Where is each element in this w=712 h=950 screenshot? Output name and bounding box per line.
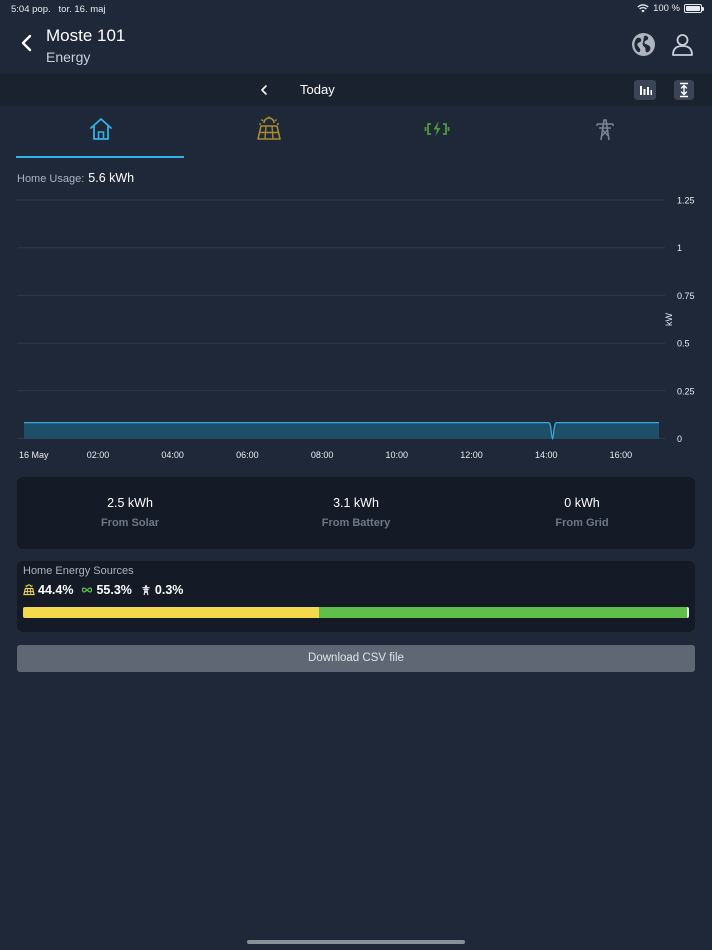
globe-icon bbox=[632, 33, 655, 56]
battery-infinity-icon bbox=[82, 587, 93, 593]
tab-grid[interactable] bbox=[520, 106, 688, 158]
globe-button[interactable] bbox=[631, 32, 656, 57]
chevron-left-icon bbox=[21, 34, 32, 52]
x-tick-label: 14:00 bbox=[535, 450, 558, 460]
source-solar: 44.4% bbox=[23, 583, 73, 597]
x-tick-label: 06:00 bbox=[236, 450, 259, 460]
sources-bar-solar bbox=[23, 607, 319, 618]
summary-grid-value: 0 kWh bbox=[564, 496, 600, 510]
status-bar: 5:04 pop. tor. 16. maj 100 % bbox=[0, 0, 712, 18]
app-header: Moste 101 Energy bbox=[0, 18, 712, 74]
status-date: tor. 16. maj bbox=[58, 4, 106, 15]
expand-button[interactable] bbox=[674, 80, 694, 100]
home-indicator bbox=[247, 940, 465, 944]
source-grid-pct: 0.3% bbox=[154, 583, 184, 597]
summary-battery-label: From Battery bbox=[321, 517, 391, 529]
energy-tabs bbox=[16, 106, 696, 158]
tab-solar[interactable] bbox=[184, 106, 352, 158]
y-tick-label: 0.75 bbox=[677, 291, 695, 301]
power-pylon-icon bbox=[596, 119, 614, 141]
status-time-text: 5:04 pop. bbox=[11, 4, 51, 15]
sources-percentages: 44.4% 55.3% 0.3% bbox=[23, 582, 191, 598]
energy-summary-card: 2.5 kWh From Solar 3.1 kWh From Battery … bbox=[17, 477, 695, 549]
y-tick-label: 0.25 bbox=[677, 386, 695, 396]
tab-battery[interactable] bbox=[352, 106, 520, 158]
home-usage-area bbox=[24, 422, 659, 439]
x-tick-label: 16:00 bbox=[610, 450, 633, 460]
battery-icon bbox=[684, 4, 704, 13]
x-tick-label: 08:00 bbox=[311, 450, 334, 460]
solar-panel-icon bbox=[23, 584, 35, 596]
source-solar-pct: 44.4% bbox=[38, 583, 74, 597]
x-tick-label: 04:00 bbox=[161, 450, 184, 460]
energy-chart: 0 0.25 0.5 0.75 1 1.25 kW 16 May 02:00 04:00 06:00… bbox=[0, 190, 712, 465]
power-pylon-icon bbox=[142, 585, 150, 596]
summary-solar-label: From Solar bbox=[100, 517, 160, 529]
summary-battery: 3.1 kWh From Battery bbox=[243, 477, 469, 549]
y-tick-label: 0 bbox=[677, 434, 682, 444]
back-button[interactable] bbox=[16, 32, 38, 54]
y-tick-label: 1.25 bbox=[677, 196, 695, 206]
x-tick-label: 02:00 bbox=[87, 450, 110, 460]
user-icon bbox=[672, 34, 693, 56]
sources-bar-battery bbox=[318, 607, 687, 618]
wifi-icon bbox=[637, 4, 649, 13]
home-energy-sources-card: Home Energy Sources 44.4% 55.3% 0.3% bbox=[17, 561, 695, 632]
source-grid: 0.3% bbox=[140, 583, 184, 597]
expand-vertical-icon bbox=[680, 82, 688, 98]
x-tick-label: 16 May bbox=[19, 450, 49, 460]
sources-bar-grid bbox=[687, 607, 689, 618]
chart-type-button[interactable] bbox=[634, 80, 656, 100]
source-battery: 55.3% bbox=[81, 583, 132, 597]
home-icon bbox=[90, 118, 112, 140]
sources-bar bbox=[23, 607, 689, 618]
download-csv-button[interactable]: Download CSV file bbox=[17, 645, 695, 672]
bar-chart-icon bbox=[640, 86, 652, 95]
summary-solar: 2.5 kWh From Solar bbox=[17, 477, 243, 549]
page-title: Moste 101 bbox=[46, 26, 126, 45]
summary-grid-label: From Grid bbox=[555, 517, 609, 529]
energy-chart-svg: 0 0.25 0.5 0.75 1 1.25 kW 16 May 02:00 04:00 06:00… bbox=[17, 196, 695, 460]
user-profile-button[interactable] bbox=[670, 32, 695, 57]
x-tick-label: 12:00 bbox=[460, 450, 483, 460]
page-subtitle: Energy bbox=[46, 49, 91, 65]
status-time: 5:04 pop. tor. 16. maj bbox=[11, 4, 106, 15]
x-tick-label: 10:00 bbox=[386, 450, 409, 460]
summary-battery-value: 3.1 kWh bbox=[333, 496, 379, 510]
summary-grid: 0 kWh From Grid bbox=[469, 477, 695, 549]
home-usage-label: Home Usage: bbox=[17, 173, 85, 185]
source-battery-pct: 55.3% bbox=[96, 583, 132, 597]
tab-home[interactable] bbox=[16, 106, 184, 158]
home-usage: Home Usage: 5.6 kWh bbox=[17, 171, 134, 185]
date-label: Today bbox=[300, 82, 335, 97]
sources-title: Home Energy Sources bbox=[23, 565, 134, 577]
battery-charge-icon bbox=[424, 122, 450, 136]
home-usage-value: 5.6 kWh bbox=[88, 171, 135, 185]
summary-solar-value: 2.5 kWh bbox=[107, 496, 153, 510]
solar-panel-icon bbox=[257, 116, 281, 140]
y-tick-label: 1 bbox=[677, 243, 682, 253]
date-navigation-bar: Today bbox=[0, 74, 712, 106]
previous-day-button[interactable] bbox=[256, 81, 272, 99]
y-axis-label: kW bbox=[664, 313, 674, 327]
chevron-left-icon bbox=[261, 85, 267, 95]
battery-percent: 100 % bbox=[653, 3, 680, 14]
y-tick-label: 0.5 bbox=[677, 339, 690, 349]
